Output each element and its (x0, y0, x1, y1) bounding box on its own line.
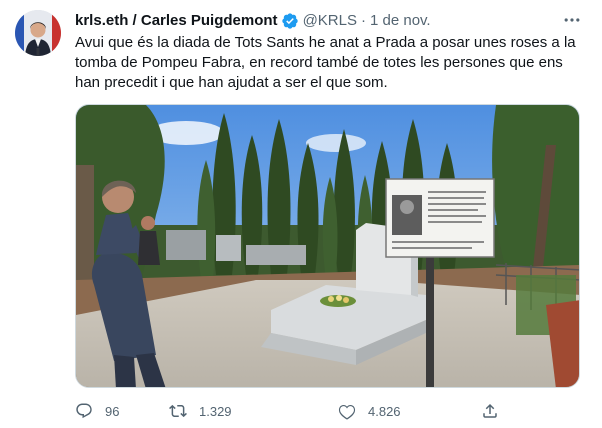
timestamp[interactable]: 1 de nov. (370, 11, 431, 31)
retweet-icon (169, 404, 187, 418)
more-horizontal-icon[interactable] (560, 9, 584, 31)
heart-icon (338, 404, 356, 420)
reply-count: 96 (105, 403, 120, 419)
handle[interactable]: @KRLS (303, 11, 357, 31)
display-name[interactable]: krls.eth / Carles Puigdemont (75, 11, 278, 31)
like-count: 4.826 (368, 403, 401, 419)
retweet-count: 1.329 (199, 403, 232, 419)
separator-dot: · (360, 12, 366, 29)
share-button[interactable] (481, 401, 511, 421)
retweet-button[interactable]: 1.329 (169, 401, 232, 421)
avatar[interactable] (15, 10, 61, 56)
action-bar: 96 1.329 4.826 (75, 401, 505, 421)
verified-badge-icon (281, 12, 299, 30)
share-icon (483, 403, 497, 418)
reply-button[interactable]: 96 (75, 401, 119, 421)
tweet[interactable]: krls.eth / Carles Puigdemont @KRLS · 1 d… (0, 0, 602, 428)
like-button[interactable]: 4.826 (338, 401, 401, 421)
tweet-text: Avui que és la diada de Tots Sants he an… (75, 34, 576, 91)
reply-icon (76, 403, 92, 419)
tweet-header: krls.eth / Carles Puigdemont @KRLS · 1 d… (75, 11, 431, 31)
tweet-photo[interactable] (75, 104, 580, 388)
